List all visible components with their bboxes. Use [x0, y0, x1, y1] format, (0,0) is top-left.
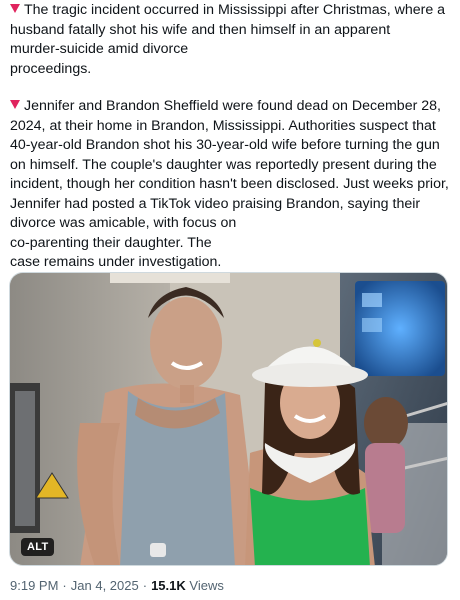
post-time[interactable]: 9:19 PM: [10, 578, 58, 593]
tweet-text: The tragic incident occurred in Mississi…: [10, 1, 450, 273]
post-date[interactable]: Jan 4, 2025: [71, 578, 139, 593]
paragraph-1-text: The tragic incident occurred in Mississi…: [10, 2, 446, 77]
views-label: Views: [189, 578, 224, 593]
alt-text-button[interactable]: ALT: [21, 538, 55, 556]
meta-separator: ·: [142, 578, 148, 593]
couple-photo-image: [10, 273, 447, 565]
tweet-paragraph-2: Jennifer and Brandon Sheffield were foun…: [10, 97, 450, 273]
red-triangle-icon: [10, 4, 20, 13]
views-count: 15.1K: [151, 578, 186, 593]
tweet-photo[interactable]: ALT: [9, 272, 448, 566]
meta-separator: ·: [62, 578, 67, 593]
red-triangle-icon: [10, 100, 20, 109]
paragraph-2-text: Jennifer and Brandon Sheffield were foun…: [10, 98, 449, 270]
tweet-paragraph-1: The tragic incident occurred in Mississi…: [10, 1, 450, 79]
tweet-meta: 9:19 PM · Jan 4, 2025 · 15.1K Views: [10, 578, 224, 593]
